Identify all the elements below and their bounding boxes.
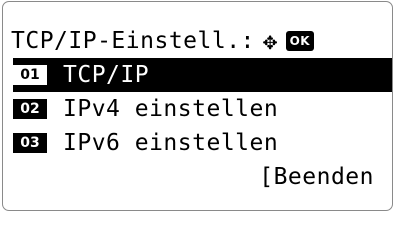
menu-item-number: 01 bbox=[13, 65, 47, 85]
menu-item-label: TCP/IP bbox=[63, 62, 150, 88]
menu-item-label: IPv6 einstellen bbox=[63, 130, 279, 156]
exit-softkey[interactable]: [Beenden bbox=[259, 164, 374, 190]
menu-item-label: IPv4 einstellen bbox=[63, 96, 279, 122]
header: TCP/IP-Einstell.: ✥ OK bbox=[11, 24, 384, 58]
footer: [Beenden bbox=[11, 160, 384, 194]
menu-item-ipv6-settings[interactable]: 03 IPv6 einstellen bbox=[13, 126, 392, 160]
menu-item-number: 03 bbox=[13, 133, 47, 153]
menu-item-tcp-ip[interactable]: 01 TCP/IP bbox=[13, 58, 392, 92]
page-title: TCP/IP-Einstell.: bbox=[11, 28, 255, 54]
menu-item-number: 02 bbox=[13, 99, 47, 119]
ok-key-icon: OK bbox=[285, 31, 314, 51]
menu-item-ipv4-settings[interactable]: 02 IPv4 einstellen bbox=[13, 92, 392, 126]
lcd-panel: TCP/IP-Einstell.: ✥ OK 01 TCP/IP 02 IPv4… bbox=[2, 1, 393, 211]
four-way-arrow-icon: ✥ bbox=[262, 27, 278, 55]
